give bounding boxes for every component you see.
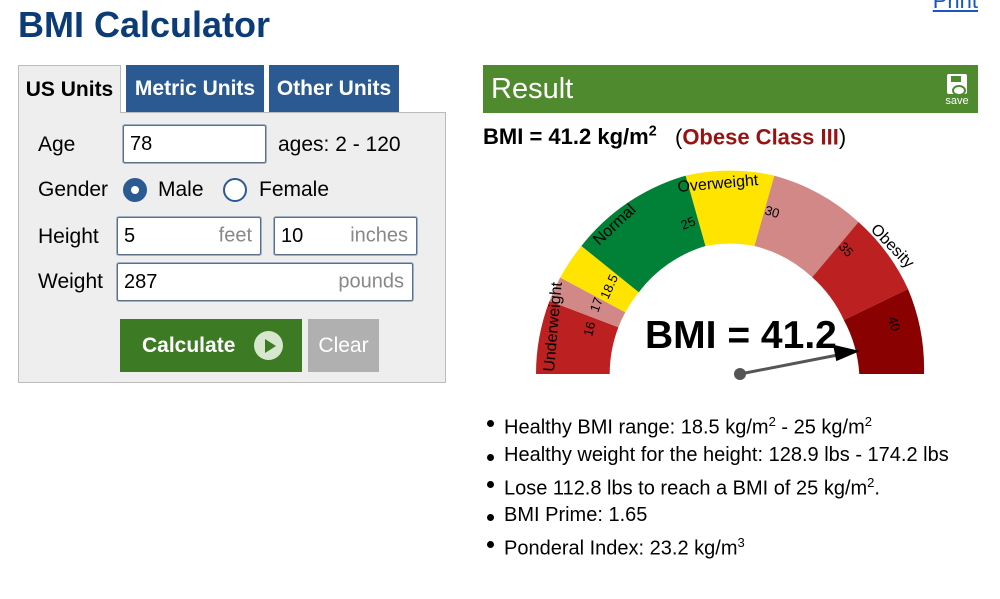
age-range-hint: ages: 2 - 120 [278,133,401,156]
bmi-input-form: Age 78 ages: 2 - 120 Gender Male Female … [18,112,446,383]
gender-female-radio[interactable] [223,178,247,202]
feet-unit: feet [218,224,252,247]
ponderal-index: Ponderal Index: 23.2 kg/m3 [486,529,949,563]
height-inches-value: 10 [281,224,304,247]
save-button[interactable]: save [944,74,970,107]
page-title: BMI Calculator [18,4,271,45]
healthy-range-text: Healthy BMI range: 18.5 kg/m [504,416,769,439]
weight-to-lose: Lose 112.8 lbs to reach a BMI of 25 kg/m… [486,469,949,503]
bmi-gauge: Underweight Normal Overweight Obesity 16… [536,170,925,380]
weight-value: 287 [124,270,158,293]
healthy-bmi-range: Healthy BMI range: 18.5 kg/m2 - 25 kg/m2 [486,408,949,442]
calculate-label: Calculate [142,333,236,357]
calculate-button[interactable]: Calculate [120,319,302,372]
gauge-bmi-display: BMI = 41.2 [645,314,837,357]
healthy-range-exp-1: 2 [768,414,776,429]
play-icon [254,331,283,360]
clear-button[interactable]: Clear [308,319,379,372]
tab-us-units[interactable]: US Units [18,65,121,113]
tab-metric-units[interactable]: Metric Units [126,65,264,112]
result-details-list: Healthy BMI range: 18.5 kg/m2 - 25 kg/m2… [486,408,949,563]
bmi-result-value: BMI = 41.2 kg/m [483,124,649,150]
inches-unit: inches [350,224,408,247]
age-input[interactable]: 78 [123,125,266,163]
bmi-result-line: BMI = 41.2 kg/m2 (Obese Class III) [483,124,847,150]
gender-label: Gender [38,178,109,201]
gender-male-label[interactable]: Male [158,178,204,202]
lose-suffix: . [874,477,880,500]
height-feet-value: 5 [124,224,136,247]
print-link[interactable]: Print [933,0,978,14]
age-label: Age [38,133,76,156]
ponderal-exp: 3 [737,535,745,551]
weight-input[interactable]: 287 pounds [117,263,413,301]
healthy-range-middle: - 25 kg/m [775,416,865,439]
healthy-range-exp-2: 2 [864,414,872,429]
result-header: Result save [483,65,978,113]
bmi-prime: BMI Prime: 1.65 [486,502,949,529]
gender-male-radio[interactable] [123,178,147,202]
result-title: Result [491,72,574,105]
height-label: Height [38,225,99,248]
bmi-unit-exponent: 2 [648,124,657,140]
save-label: save [945,95,969,107]
bmi-classification: Obese Class III [682,124,839,150]
weight-label: Weight [38,270,103,293]
pounds-unit: pounds [338,270,404,293]
tab-other-units[interactable]: Other Units [269,65,399,112]
lose-text: Lose 112.8 lbs to reach a BMI of 25 kg/m [504,477,868,500]
healthy-weight: Healthy weight for the height: 128.9 lbs… [486,442,949,469]
save-icon [947,74,967,96]
gender-female-label[interactable]: Female [259,178,329,202]
height-inches-input[interactable]: 10 inches [274,217,417,255]
height-feet-input[interactable]: 5 feet [117,217,261,255]
age-value: 78 [130,132,153,155]
ponderal-text: Ponderal Index: 23.2 kg/m [504,537,738,560]
